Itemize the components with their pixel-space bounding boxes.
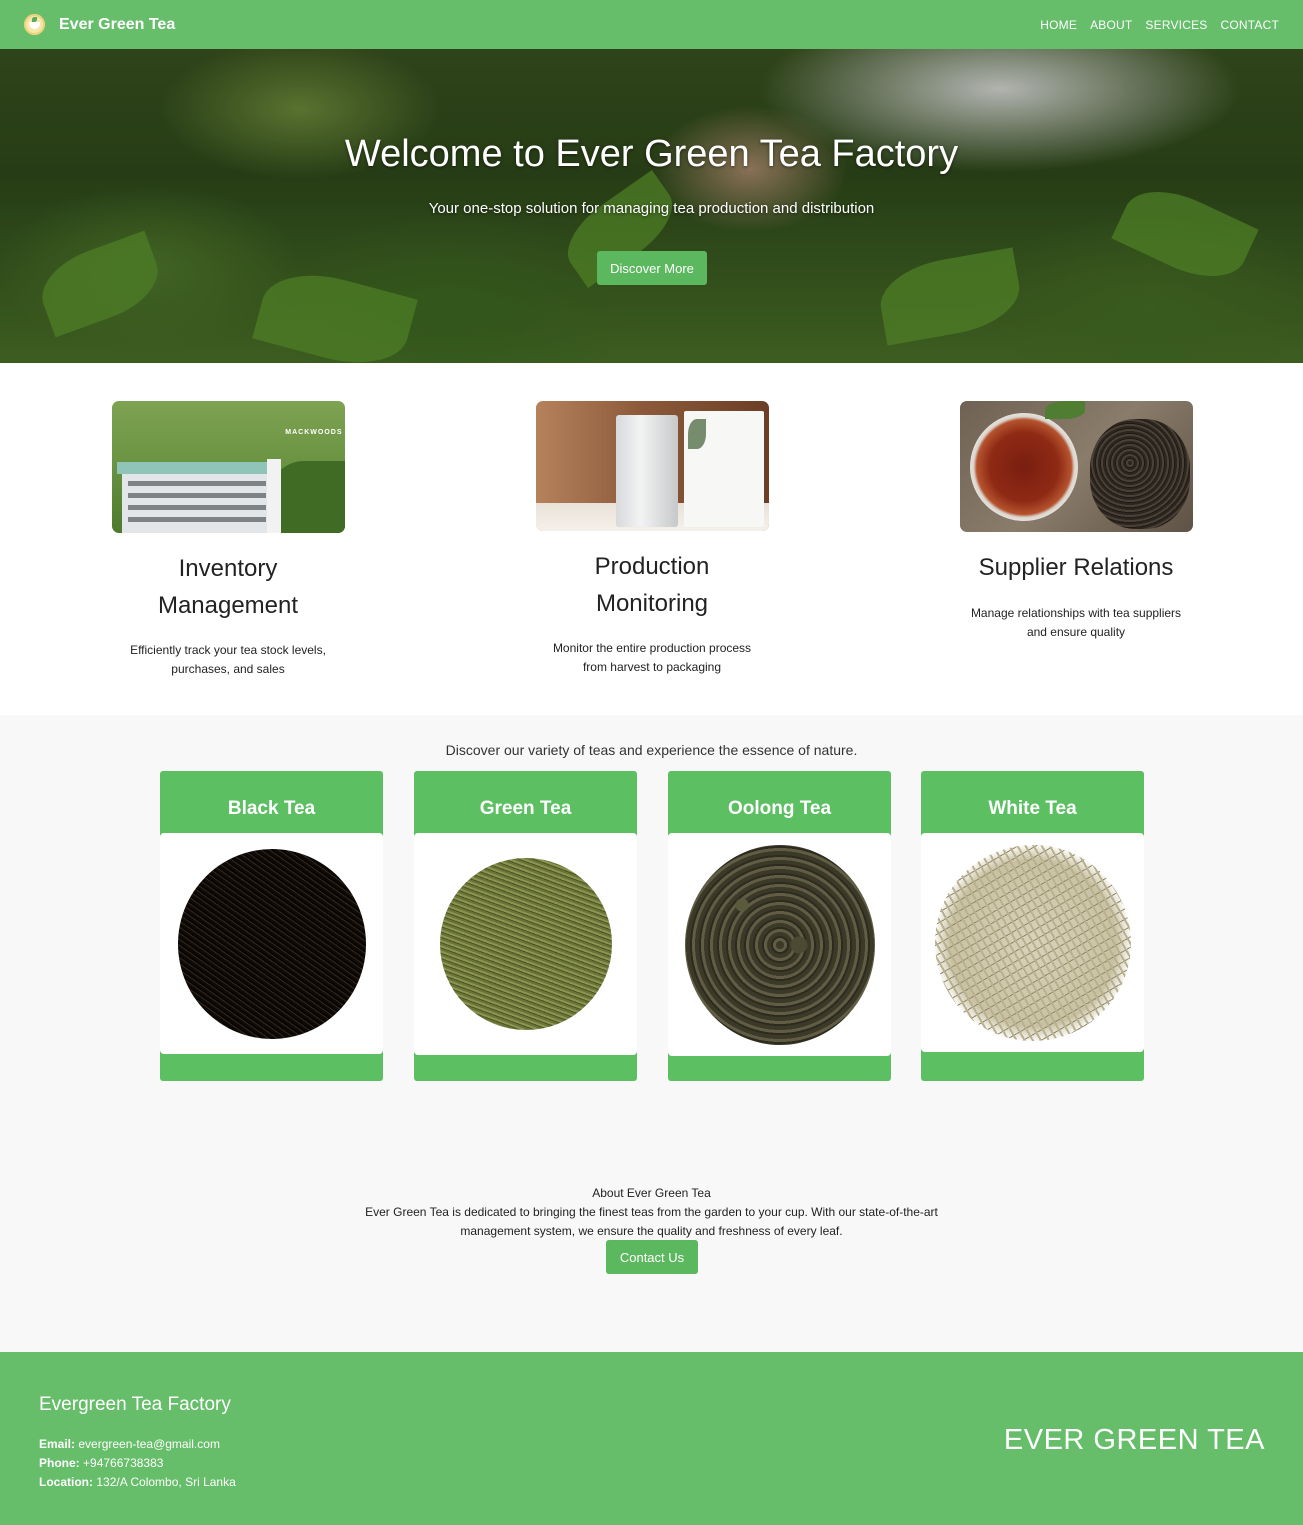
feature-desc-line: Monitor the entire production process [552, 641, 752, 655]
black-tea-leaves [177, 848, 366, 1039]
feature-description: Efficiently track your tea stock levels,… [98, 641, 358, 679]
footer-email-row: Email: evergreen-tea@gmail.com [39, 1435, 236, 1454]
hero-section: Welcome to Ever Green Tea Factory Your o… [0, 49, 1303, 363]
features-section: MACKWOODS Inventory Management Efficient… [0, 363, 1303, 715]
footer-title: Evergreen Tea Factory [39, 1394, 231, 1415]
feature-production: Production Monitoring Monitor the entire… [522, 401, 782, 677]
tea-card-title: White Tea [988, 798, 1077, 819]
loose-tea-leaves [1089, 419, 1190, 529]
feature-title-line: Monitoring [595, 590, 709, 617]
nav-link-services[interactable]: SERVICES [1145, 18, 1207, 32]
tea-cup-image [959, 401, 1193, 532]
tea-cup [969, 413, 1078, 521]
feature-title: Supplier Relations [978, 554, 1174, 581]
feature-title-line: Production [594, 553, 710, 580]
feature-desc-line: and ensure quality [1026, 625, 1126, 639]
green-leaf [1044, 401, 1085, 419]
teas-section: Discover our variety of teas and experie… [0, 715, 1303, 1352]
tea-bag [615, 415, 678, 527]
about-title: About Ever Green Tea [592, 1186, 711, 1200]
footer-location-label: Location: [39, 1475, 93, 1489]
feature-inventory: MACKWOODS Inventory Management Efficient… [98, 401, 358, 679]
tea-card-oolong[interactable]: Oolong Tea [668, 771, 891, 1081]
feature-desc-line: purchases, and sales [171, 662, 285, 676]
footer-location: 132/A Colombo, Sri Lanka [96, 1475, 236, 1489]
feature-description: Manage relationships with tea suppliers … [946, 604, 1206, 642]
feature-title-line: Management [157, 592, 299, 619]
white-tea-leaves [934, 844, 1131, 1041]
footer-location-row: Location: 132/A Colombo, Sri Lanka [39, 1473, 236, 1492]
about-text: Ever Green Tea is dedicated to bringing … [365, 1205, 938, 1238]
nav-links: HOME ABOUT SERVICES CONTACT [1040, 18, 1279, 32]
footer-phone-label: Phone: [39, 1456, 80, 1470]
tea-card-black[interactable]: Black Tea [160, 771, 383, 1081]
discover-more-button[interactable]: Discover More [597, 251, 707, 285]
footer-phone-row: Phone: +94766738383 [39, 1454, 236, 1473]
footer-brand: EVER GREEN TEA [1003, 1424, 1265, 1456]
factory-image-text: MACKWOODS [285, 429, 343, 436]
tea-card-white[interactable]: White Tea [921, 771, 1144, 1081]
footer-email-label: Email: [39, 1437, 76, 1451]
brand[interactable]: Ever Green Tea [24, 14, 175, 35]
contact-us-button[interactable]: Contact Us [606, 1240, 698, 1274]
factory-trees [271, 461, 345, 533]
feature-desc-line: Manage relationships with tea suppliers [970, 606, 1182, 620]
feature-title: Inventory Management [98, 550, 358, 624]
tea-box [683, 411, 764, 527]
packaging-image [535, 401, 769, 531]
green-tea-leaves [439, 858, 612, 1030]
factory-building [116, 462, 277, 533]
tea-cup-logo-icon [24, 14, 45, 35]
nav-link-home[interactable]: HOME [1040, 18, 1077, 32]
tea-card-image [160, 833, 383, 1054]
top-navbar: Ever Green Tea HOME ABOUT SERVICES CONTA… [0, 0, 1303, 49]
footer-email[interactable]: evergreen-tea@gmail.com [78, 1437, 220, 1451]
oolong-tea-leaves [684, 844, 875, 1045]
feature-desc-line: Efficiently track your tea stock levels, [130, 643, 326, 657]
feature-supplier: Supplier Relations Manage relationships … [946, 401, 1206, 642]
feature-description: Monitor the entire production process fr… [522, 639, 782, 677]
feature-title-line: Inventory [178, 555, 278, 582]
tea-card-title: Oolong Tea [727, 798, 832, 819]
hero-subtitle: Your one-stop solution for managing tea … [428, 200, 875, 217]
hero-title: Welcome to Ever Green Tea Factory [344, 133, 959, 175]
footer-phone[interactable]: +94766738383 [83, 1456, 163, 1470]
factory-tower [266, 459, 281, 533]
feature-title: Production Monitoring [522, 548, 782, 622]
brand-name[interactable]: Ever Green Tea [59, 16, 175, 34]
teas-intro: Discover our variety of teas and experie… [445, 742, 858, 758]
hero-content: Welcome to Ever Green Tea Factory Your o… [0, 49, 1303, 363]
nav-link-about[interactable]: ABOUT [1090, 18, 1132, 32]
nav-link-contact[interactable]: CONTACT [1220, 18, 1279, 32]
tea-card-title: Green Tea [479, 798, 572, 819]
tea-card-image [921, 833, 1144, 1052]
tea-card-green[interactable]: Green Tea [414, 771, 637, 1081]
tea-card-image [414, 833, 637, 1055]
footer: Evergreen Tea Factory Email: evergreen-t… [0, 1352, 1303, 1525]
tea-card-image [668, 833, 891, 1056]
footer-contact-info: Email: evergreen-tea@gmail.com Phone: +9… [39, 1435, 236, 1492]
tea-card-title: Black Tea [227, 798, 316, 819]
factory-image: MACKWOODS [111, 401, 345, 533]
feature-desc-line: from harvest to packaging [582, 660, 722, 674]
